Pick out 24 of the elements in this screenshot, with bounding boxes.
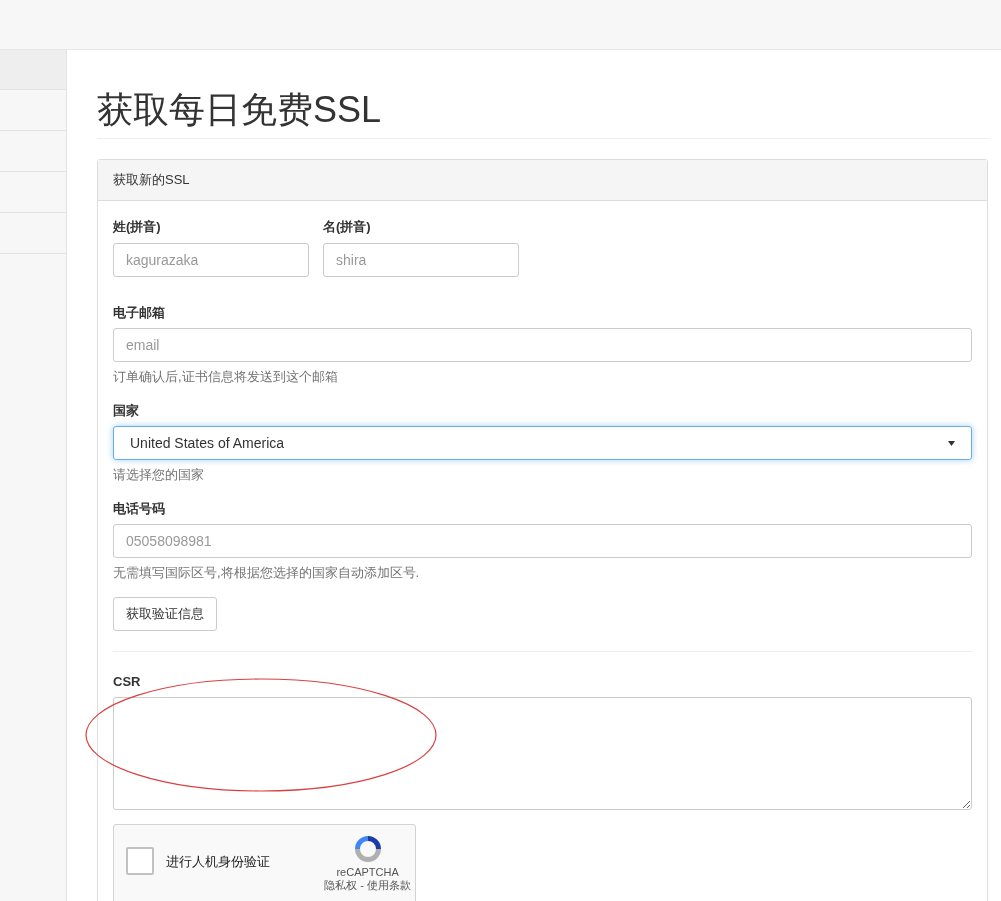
input-field[interactable]: 05058098981 [113, 524, 972, 558]
privacy-terms-link[interactable]: 隐私权 - 使用条款 [324, 879, 411, 892]
input-field[interactable]: shira [323, 242, 519, 277]
field-label: 名(拼音) [323, 218, 372, 236]
captcha-checkbox[interactable] [126, 847, 154, 875]
country-select[interactable]: United States of America [113, 426, 972, 460]
csr-textarea[interactable] [113, 697, 972, 810]
dropdown-caret-icon [948, 440, 955, 446]
get-verification-button[interactable]: 获取验证信息 [113, 596, 217, 631]
help-text: 订单确认后,证书信息将发送到这个邮箱 [113, 368, 339, 386]
field-label: 电子邮箱 [113, 303, 166, 322]
field-label: CSR [113, 672, 142, 691]
field-label: 姓(拼音) [113, 218, 162, 236]
field-label: 国家 [113, 401, 140, 420]
recaptcha-brand: reCAPTCHA [336, 865, 399, 879]
page-title: 获取每日免费SSL [97, 50, 989, 139]
input-field[interactable]: kagurazaka [113, 242, 309, 277]
captcha-label: 进行人机身份验证 [166, 853, 270, 871]
help-text: 无需填写国际区号,将根据您选择的国家自动添加区号. [113, 564, 421, 582]
panel-heading: 获取新的SSL [98, 160, 987, 201]
input-field[interactable]: email [113, 328, 972, 362]
field-label: 电话号码 [113, 499, 166, 518]
help-text: 请选择您的国家 [113, 466, 205, 484]
sidebar-item[interactable] [0, 50, 66, 90]
